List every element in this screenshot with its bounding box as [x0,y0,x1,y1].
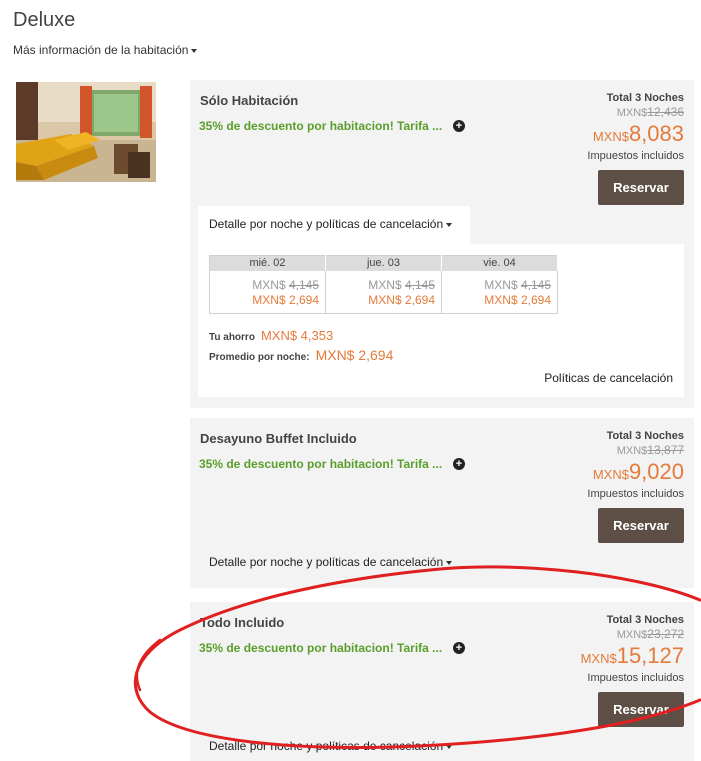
night-original-price: MXN$ 4,145 [326,278,435,293]
rate-name: Sólo Habitación [200,93,299,108]
caret-down-icon [446,744,453,749]
taxes-included: Impuestos incluidos [587,672,684,684]
night-original-currency: MXN$ [368,277,402,292]
original-price: MXN$13,877 [617,443,684,457]
night-cell: MXN$ 4,145 MXN$ 2,694 [441,270,558,314]
rate-name: Desayuno Buffet Incluido [200,431,357,446]
savings-label: Tu ahorro [209,332,255,343]
taxes-included: Impuestos incluidos [587,488,684,500]
rate-card-room-only: Sólo Habitación 35% de descuento por hab… [190,80,694,408]
night-original-amount: 4,145 [404,277,435,292]
plus-circle-icon[interactable]: + [453,458,465,470]
night-date: vie. 04 [441,255,558,271]
plus-circle-icon[interactable]: + [453,120,465,132]
room-title: Deluxe [13,9,76,31]
original-price: MXN$23,272 [617,627,684,641]
night-cell: MXN$ 4,145 MXN$ 2,694 [325,270,442,314]
book-button[interactable]: Reservar [598,508,684,543]
night-original-currency: MXN$ [252,277,286,292]
total-nights-label: Total 3 Noches [606,92,684,104]
more-info-label: Más información de la habitación [13,43,189,57]
price-currency: MXN$ [580,651,617,666]
current-price: MXN$15,127 [581,643,684,669]
night-cell: MXN$ 4,145 MXN$ 2,694 [209,270,326,314]
original-currency: MXN$ [616,107,648,119]
night-details-label: Detalle por noche y políticas de cancela… [209,555,444,569]
current-price: MXN$9,020 [593,459,684,485]
original-price: MXN$12,436 [617,105,684,119]
book-button[interactable]: Reservar [598,170,684,205]
night-original-price: MXN$ 4,145 [442,278,551,293]
night-details-label: Detalle por noche y políticas de cancela… [209,217,444,231]
promo-text: 35% de descuento por habitacion! Tarifa … [199,457,443,471]
savings-value: MXN$ 4,353 [260,328,334,343]
original-amount: 13,877 [647,443,684,457]
price-amount: 9,020 [628,459,684,484]
night-details-toggle[interactable]: Detalle por noche y políticas de cancela… [198,206,470,244]
night-price: MXN$ 2,694 [252,292,319,307]
promo-text: 35% de descuento por habitacion! Tarifa … [199,119,443,133]
average-label: Promedio por noche: [209,352,310,363]
taxes-included: Impuestos incluidos [587,150,684,162]
night-date: mié. 02 [209,255,326,271]
plus-circle-icon[interactable]: + [453,642,465,654]
caret-down-icon [446,222,453,227]
room-photo[interactable] [16,82,156,182]
night-original-price: MXN$ 4,145 [210,278,319,293]
night-details-toggle[interactable]: Detalle por noche y políticas de cancela… [198,544,462,582]
night-details-panel: mié. 02 jue. 03 vie. 04 MXN$ 4,145 MXN$ … [198,244,684,397]
price-amount: 8,083 [628,121,684,146]
night-original-amount: 4,145 [520,277,551,292]
caret-down-icon [191,48,198,53]
night-price: MXN$ 2,694 [484,292,551,307]
rate-name: Todo Incluido [200,615,285,630]
rate-card-all-inclusive: Todo Incluido 35% de descuento por habit… [190,602,694,761]
promo-text: 35% de descuento por habitacion! Tarifa … [199,641,443,655]
total-nights-label: Total 3 Noches [606,430,684,442]
night-original-currency: MXN$ [484,277,518,292]
cancellation-policies-link[interactable]: Políticas de cancelación [544,371,673,385]
night-original-amount: 4,145 [288,277,319,292]
book-button[interactable]: Reservar [598,692,684,727]
night-price: MXN$ 2,694 [368,292,435,307]
room-photo-image [16,82,156,182]
rate-card-breakfast: Desayuno Buffet Incluido 35% de descuent… [190,418,694,588]
current-price: MXN$8,083 [593,121,684,147]
average-value: MXN$ 2,694 [315,347,394,363]
caret-down-icon [446,560,453,565]
night-details-label: Detalle por noche y políticas de cancela… [209,739,444,753]
nightly-rates-table: mié. 02 jue. 03 vie. 04 MXN$ 4,145 MXN$ … [209,255,558,314]
price-currency: MXN$ [592,129,629,144]
price-amount: 15,127 [616,643,684,668]
average-row: Promedio por noche: MXN$ 2,694 [209,347,393,363]
total-nights-label: Total 3 Noches [606,614,684,626]
original-amount: 12,436 [647,105,684,119]
original-currency: MXN$ [616,629,648,641]
night-details-toggle[interactable]: Detalle por noche y políticas de cancela… [198,728,462,761]
savings-row: Tu ahorro MXN$ 4,353 [209,328,333,343]
original-currency: MXN$ [616,445,648,457]
night-date: jue. 03 [325,255,442,271]
price-currency: MXN$ [592,467,629,482]
original-amount: 23,272 [647,627,684,641]
more-info-toggle[interactable]: Más información de la habitación [13,43,198,57]
